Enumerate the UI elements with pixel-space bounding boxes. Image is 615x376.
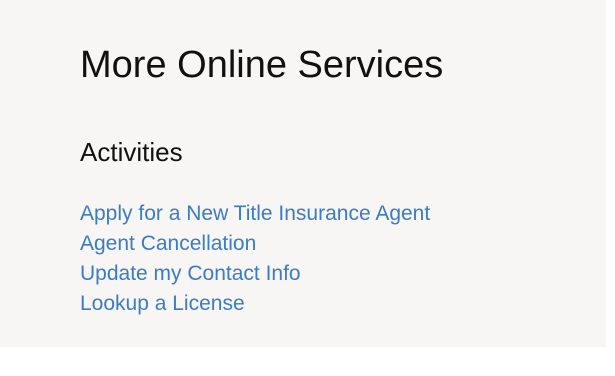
apply-new-title-insurance-agent-link[interactable]: Apply for a New Title Insurance Agent <box>80 202 430 225</box>
activities-heading: Activities <box>80 137 183 167</box>
section-title: More Online Services <box>80 44 444 86</box>
list-item: Lookup a License <box>80 289 430 319</box>
list-item: Agent Cancellation <box>80 229 430 259</box>
agent-cancellation-link[interactable]: Agent Cancellation <box>80 232 256 255</box>
update-contact-info-link[interactable]: Update my Contact Info <box>80 262 301 285</box>
lookup-license-link[interactable]: Lookup a License <box>80 292 245 315</box>
online-services-panel: More Online Services Activities Apply fo… <box>0 0 606 347</box>
list-item: Apply for a New Title Insurance Agent <box>80 199 430 229</box>
activities-link-list: Apply for a New Title Insurance Agent Ag… <box>80 199 430 319</box>
list-item: Update my Contact Info <box>80 259 430 289</box>
